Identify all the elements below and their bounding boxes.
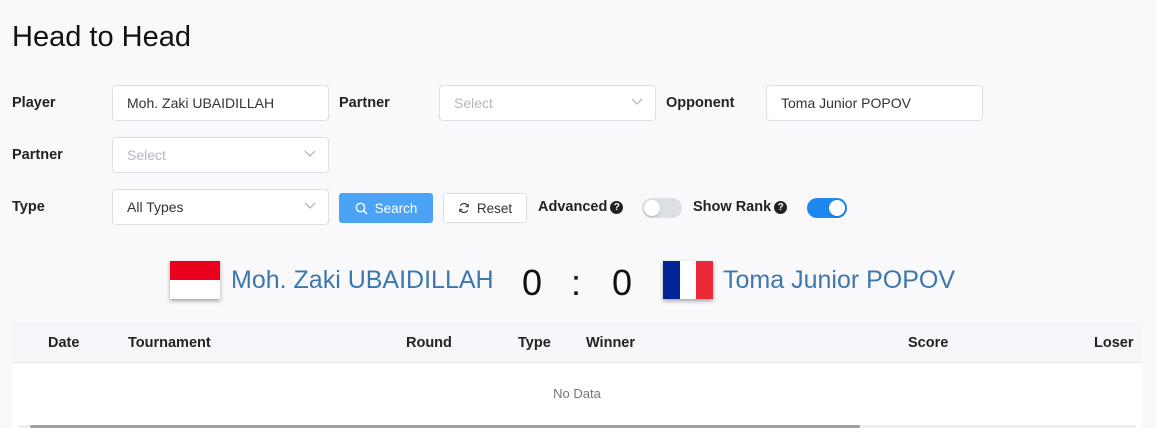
opponent-input[interactable]: Toma Junior POPOV xyxy=(766,85,983,121)
player-1-name[interactable]: Moh. Zaki UBAIDILLAH xyxy=(231,266,494,295)
score-separator: : xyxy=(571,262,582,303)
player-label: Player xyxy=(12,95,56,111)
search-button-label: Search xyxy=(374,200,418,216)
partner-select-placeholder: Select xyxy=(454,95,493,111)
question-icon[interactable]: ? xyxy=(774,201,788,214)
search-icon xyxy=(355,202,368,214)
player-2-score: 0 xyxy=(612,262,633,303)
partner-label: Partner xyxy=(339,95,390,111)
opponent-label: Opponent xyxy=(666,95,735,111)
advanced-label: Advanced? xyxy=(538,199,624,215)
toggle-knob xyxy=(829,200,845,216)
refresh-icon xyxy=(458,203,469,213)
column-header-loser: Loser xyxy=(1094,335,1134,351)
advanced-label-text: Advanced xyxy=(538,199,608,215)
player-1-score: 0 xyxy=(522,262,543,303)
empty-state-text: No Data xyxy=(553,386,601,401)
indonesia-flag-icon xyxy=(170,261,220,299)
column-header-tournament: Tournament xyxy=(128,335,211,351)
head-to-head-page: Head to Head Player Moh. Zaki UBAIDILLAH… xyxy=(0,0,1156,428)
matches-table: Date Tournament Round Type Winner Score … xyxy=(12,323,1142,428)
column-header-score: Score xyxy=(908,335,949,351)
type-select[interactable]: All Types xyxy=(112,189,329,225)
table-header: Date Tournament Round Type Winner Score … xyxy=(12,323,1142,363)
show-rank-label: Show Rank? xyxy=(693,199,788,215)
column-header-date: Date xyxy=(48,335,80,351)
column-header-type: Type xyxy=(518,335,551,351)
player-2-name[interactable]: Toma Junior POPOV xyxy=(723,266,955,295)
partner-select[interactable]: Select xyxy=(439,85,656,121)
column-header-winner: Winner xyxy=(586,335,636,351)
page-edge xyxy=(1142,0,1156,428)
advanced-toggle[interactable] xyxy=(642,198,682,218)
partner-2-select-placeholder: Select xyxy=(127,147,166,163)
chevron-down-icon xyxy=(304,202,316,209)
type-label: Type xyxy=(12,199,45,215)
toggle-knob xyxy=(644,200,660,216)
partner-2-label: Partner xyxy=(12,147,63,163)
page-title: Head to Head xyxy=(12,21,191,53)
partner-2-select[interactable]: Select xyxy=(112,137,329,173)
chevron-down-icon xyxy=(631,98,643,105)
france-flag-icon xyxy=(663,261,713,299)
type-select-value: All Types xyxy=(127,199,184,215)
reset-button-label: Reset xyxy=(476,200,513,216)
search-button[interactable]: Search xyxy=(339,193,433,223)
column-header-round: Round xyxy=(406,335,452,351)
show-rank-label-text: Show Rank xyxy=(693,199,772,215)
reset-button[interactable]: Reset xyxy=(443,193,527,223)
player-input[interactable]: Moh. Zaki UBAIDILLAH xyxy=(112,85,329,121)
show-rank-toggle[interactable] xyxy=(807,198,847,218)
chevron-down-icon xyxy=(304,150,316,157)
question-icon[interactable]: ? xyxy=(610,201,624,214)
